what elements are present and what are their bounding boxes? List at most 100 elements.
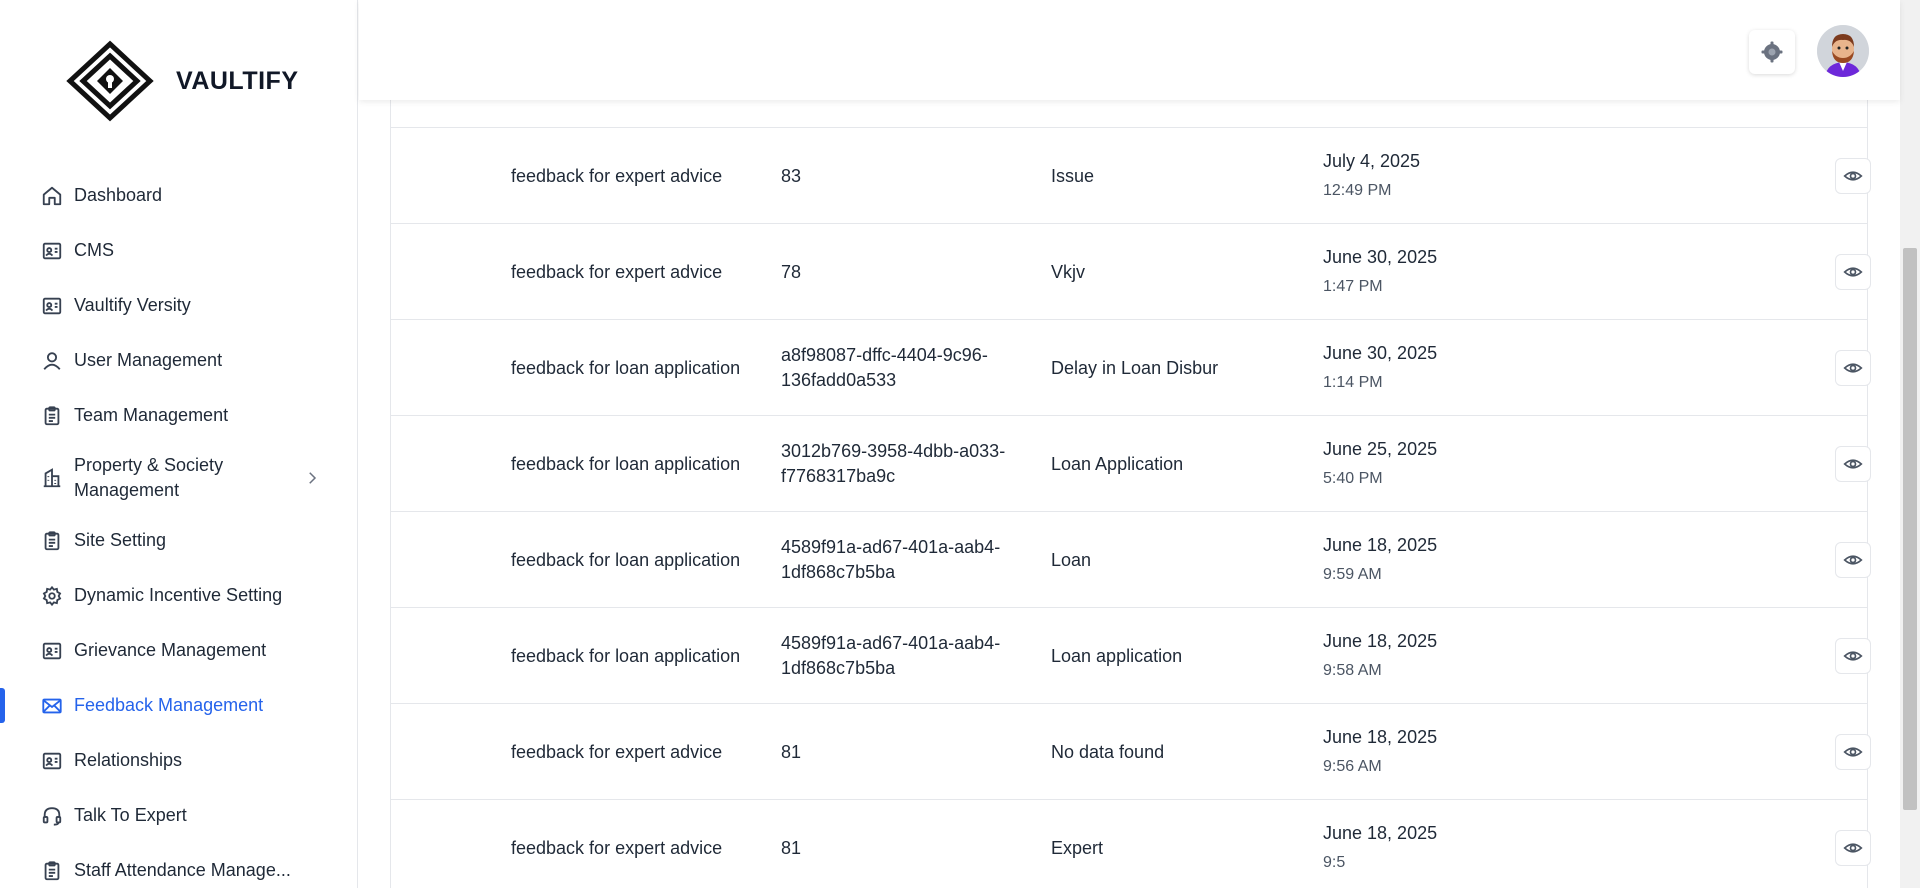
sidebar-item-label: Staff Attendance Manage... bbox=[74, 860, 291, 880]
subject-cell: Expert bbox=[1051, 837, 1104, 858]
eye-icon bbox=[1843, 454, 1863, 474]
gear-icon bbox=[40, 584, 64, 608]
building-icon bbox=[40, 466, 64, 490]
sidebar-item-label: Grievance Management bbox=[74, 640, 267, 660]
sidebar-item-label: Relationships bbox=[74, 750, 183, 770]
view-button[interactable] bbox=[1835, 734, 1871, 770]
sidebar-item-staff-attendance-manage[interactable]: Staff Attendance Manage... bbox=[0, 843, 357, 888]
view-button[interactable] bbox=[1835, 638, 1871, 674]
sidebar-item-team-management[interactable]: Team Management bbox=[0, 388, 357, 443]
sidebar-item-label: Property & Society Management bbox=[74, 455, 224, 500]
feedback-type-cell: feedback for expert advice bbox=[511, 261, 723, 282]
action-cell bbox=[1833, 416, 1873, 512]
feedback-table: feedback for expert advice80NiceJuly 12,… bbox=[390, 0, 1871, 888]
date-cell: June 30, 2025 1:47 PM bbox=[1323, 224, 1573, 320]
subject-cell: Delay in Loan Disbur bbox=[1051, 357, 1219, 378]
eye-icon bbox=[1843, 742, 1863, 762]
table-row: feedback for expert advice 83 Issue July 4,… bbox=[391, 128, 1871, 224]
page-scrollbar[interactable] bbox=[1900, 0, 1920, 888]
view-button[interactable] bbox=[1835, 350, 1871, 386]
feedback-type-cell: feedback for loan application bbox=[511, 549, 741, 570]
sidebar-item-label: Vaultify Versity bbox=[74, 295, 191, 315]
sidebar-item-label: Feedback Management bbox=[74, 695, 264, 715]
date-text: June 30, 2025 bbox=[1323, 343, 1438, 363]
feedback-type-cell: feedback for expert advice bbox=[511, 837, 723, 858]
time-text: 5:40 PM bbox=[1323, 470, 1383, 487]
view-button[interactable] bbox=[1835, 542, 1871, 578]
time-text: 9:58 AM bbox=[1323, 662, 1382, 679]
sidebar-item-label: User Management bbox=[74, 350, 223, 370]
clipboard-icon bbox=[40, 529, 64, 553]
sidebar-item-talk-to-expert[interactable]: Talk To Expert bbox=[0, 788, 357, 843]
sidebar-item-site-setting[interactable]: Site Setting bbox=[0, 513, 357, 568]
time-text: 1:47 PM bbox=[1323, 278, 1383, 295]
sidebar-item-label: Dynamic Incentive Setting bbox=[74, 585, 283, 605]
table-row: feedback for loan application a8f98087-df… bbox=[391, 320, 1871, 416]
sidebar-item-feedback-management[interactable]: Feedback Management bbox=[0, 678, 357, 733]
subject-cell: No data found bbox=[1051, 741, 1165, 762]
subject-cell: Loan Application bbox=[1051, 453, 1184, 474]
clipboard-icon bbox=[40, 859, 64, 883]
sidebar: VAULTIFY Dashboard CMS Vaultify Versity Use… bbox=[0, 0, 358, 888]
mail-icon bbox=[40, 694, 64, 718]
action-cell bbox=[1833, 608, 1873, 704]
eye-icon bbox=[1843, 646, 1863, 666]
view-button[interactable] bbox=[1835, 446, 1871, 482]
feedback-type-cell: feedback for loan application bbox=[511, 453, 741, 474]
action-cell bbox=[1833, 320, 1873, 416]
feedback-type-cell: feedback for expert advice bbox=[511, 741, 723, 762]
home-icon bbox=[40, 184, 64, 208]
date-cell: June 18, 2025 9:59 AM bbox=[1323, 512, 1573, 608]
action-cell bbox=[1833, 224, 1873, 320]
view-button[interactable] bbox=[1835, 830, 1871, 866]
view-button[interactable] bbox=[1835, 254, 1871, 290]
reference-id-cell: 4589f91a-ad67-401a-aab4-1df868c7b5ba bbox=[781, 537, 1001, 582]
reference-id-cell: 3012b769-3958-4dbb-a033-f7768317ba9c bbox=[781, 441, 1006, 486]
scrollbar-thumb[interactable] bbox=[1903, 248, 1917, 810]
sidebar-item-grievance-management[interactable]: Grievance Management bbox=[0, 623, 357, 678]
sidebar-item-dashboard[interactable]: Dashboard bbox=[0, 168, 357, 223]
view-button[interactable] bbox=[1835, 158, 1871, 194]
date-text: June 18, 2025 bbox=[1323, 631, 1438, 651]
date-text: June 18, 2025 bbox=[1323, 823, 1438, 843]
reference-id-cell: 81 bbox=[781, 837, 802, 858]
table-row: feedback for loan application 4589f91a-ad… bbox=[391, 512, 1871, 608]
sidebar-item-vaultify-versity[interactable]: Vaultify Versity bbox=[0, 278, 357, 333]
table-row: feedback for loan application 3012b769-39… bbox=[391, 416, 1871, 512]
time-text: 9:56 AM bbox=[1323, 758, 1382, 775]
main-content: feedback for expert advice80NiceJuly 12,… bbox=[390, 0, 1871, 888]
reference-id-cell: 78 bbox=[781, 261, 802, 282]
eye-icon bbox=[1843, 550, 1863, 570]
user-avatar[interactable] bbox=[1817, 25, 1869, 77]
date-cell: June 30, 2025 1:14 PM bbox=[1323, 320, 1573, 416]
date-text: June 25, 2025 bbox=[1323, 439, 1438, 459]
brand-logo[interactable]: VAULTIFY bbox=[64, 40, 299, 122]
sidebar-item-cms[interactable]: CMS bbox=[0, 223, 357, 278]
action-cell bbox=[1833, 512, 1873, 608]
sidebar-item-property-and-society-management[interactable]: Property & Society Management bbox=[0, 443, 357, 513]
sidebar-item-relationships[interactable]: Relationships bbox=[0, 733, 357, 788]
sidebar-item-user-management[interactable]: User Management bbox=[0, 333, 357, 388]
id-card-icon bbox=[40, 239, 64, 263]
date-cell: June 18, 2025 9:58 AM bbox=[1323, 608, 1573, 704]
time-text: 1:14 PM bbox=[1323, 374, 1383, 391]
id-card-icon bbox=[40, 749, 64, 773]
chevron-right-icon[interactable] bbox=[303, 469, 321, 487]
date-text: July 4, 2025 bbox=[1323, 151, 1421, 171]
action-cell bbox=[1833, 800, 1873, 888]
sidebar-item-label: Team Management bbox=[74, 405, 229, 425]
gear-icon bbox=[1761, 41, 1783, 63]
reference-id-cell: 4589f91a-ad67-401a-aab4-1df868c7b5ba bbox=[781, 633, 1001, 678]
settings-button[interactable] bbox=[1749, 30, 1795, 74]
id-card-icon bbox=[40, 294, 64, 318]
eye-icon bbox=[1843, 358, 1863, 378]
subject-cell: Loan bbox=[1051, 549, 1092, 570]
sidebar-item-dynamic-incentive-setting[interactable]: Dynamic Incentive Setting bbox=[0, 568, 357, 623]
action-cell bbox=[1833, 128, 1873, 224]
time-text: 9:59 AM bbox=[1323, 566, 1382, 583]
brand-name: VAULTIFY bbox=[176, 66, 299, 95]
time-text: 12:49 PM bbox=[1323, 182, 1392, 199]
feedback-type-cell: feedback for loan application bbox=[511, 645, 741, 666]
sidebar-item-label: Site Setting bbox=[74, 530, 167, 550]
table-row: feedback for expert advice 81 No data foun… bbox=[391, 704, 1871, 800]
